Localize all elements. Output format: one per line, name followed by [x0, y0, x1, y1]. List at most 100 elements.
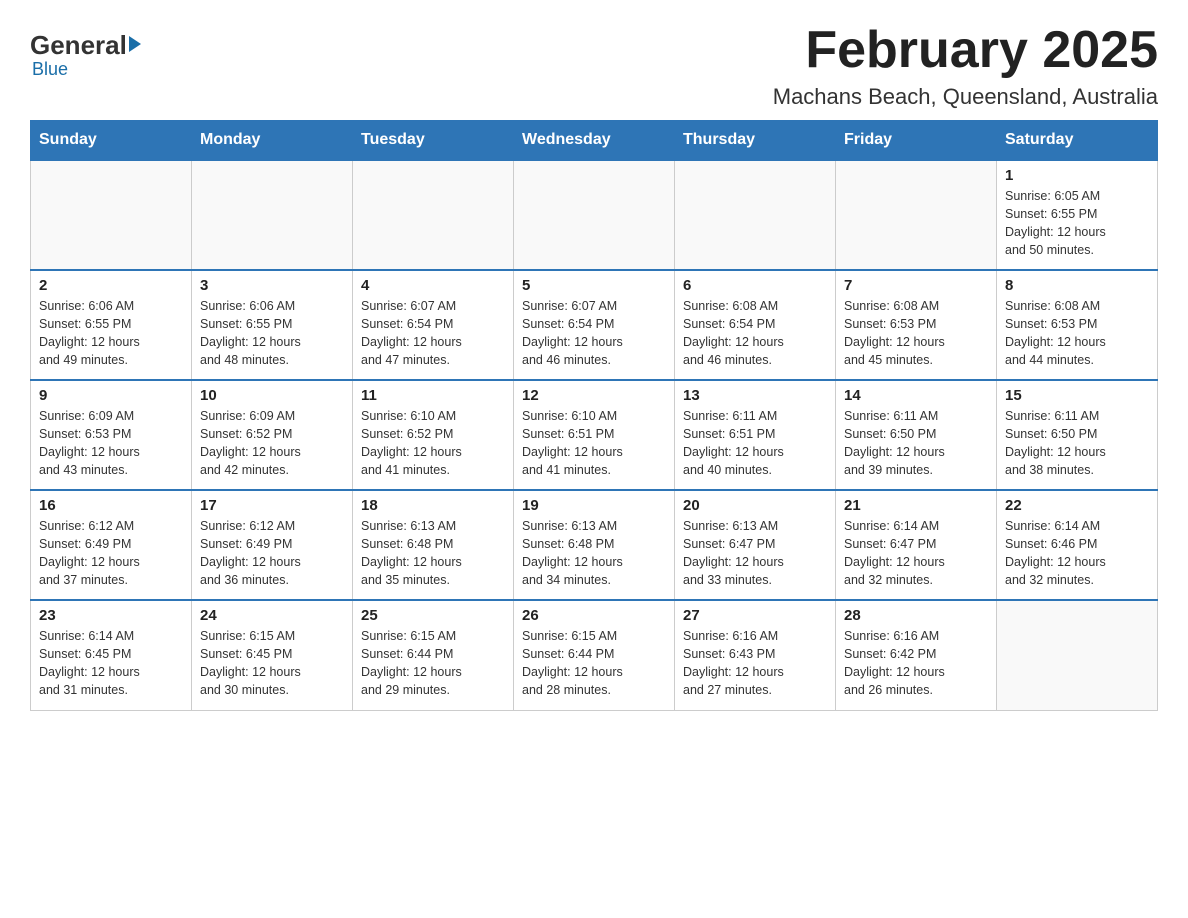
day-of-week-header: Sunday: [31, 121, 192, 161]
title-block: February 2025 Machans Beach, Queensland,…: [773, 20, 1158, 110]
day-number: 8: [1005, 277, 1149, 294]
day-number: 16: [39, 497, 183, 514]
calendar-cell: 21 Sunrise: 6:14 AM Sunset: 6:47 PM Dayli…: [836, 490, 997, 600]
day-number: 27: [683, 607, 827, 624]
calendar-cell: [31, 160, 192, 270]
day-number: 7: [844, 277, 988, 294]
day-number: 6: [683, 277, 827, 294]
day-info: Sunrise: 6:08 AM Sunset: 6:53 PM Dayligh…: [844, 297, 988, 370]
calendar-cell: 11 Sunrise: 6:10 AM Sunset: 6:52 PM Dayli…: [353, 380, 514, 490]
calendar-cell: [997, 600, 1158, 710]
day-info: Sunrise: 6:10 AM Sunset: 6:52 PM Dayligh…: [361, 407, 505, 480]
calendar-week-row: 16 Sunrise: 6:12 AM Sunset: 6:49 PM Dayli…: [31, 490, 1158, 600]
day-number: 1: [1005, 167, 1149, 184]
calendar-cell: 13 Sunrise: 6:11 AM Sunset: 6:51 PM Dayli…: [675, 380, 836, 490]
day-number: 3: [200, 277, 344, 294]
day-number: 9: [39, 387, 183, 404]
calendar-cell: 22 Sunrise: 6:14 AM Sunset: 6:46 PM Dayli…: [997, 490, 1158, 600]
calendar-cell: 7 Sunrise: 6:08 AM Sunset: 6:53 PM Daylig…: [836, 270, 997, 380]
day-info: Sunrise: 6:08 AM Sunset: 6:53 PM Dayligh…: [1005, 297, 1149, 370]
day-of-week-header: Tuesday: [353, 121, 514, 161]
day-info: Sunrise: 6:14 AM Sunset: 6:47 PM Dayligh…: [844, 517, 988, 590]
calendar-title: February 2025: [773, 20, 1158, 80]
calendar-week-row: 2 Sunrise: 6:06 AM Sunset: 6:55 PM Daylig…: [31, 270, 1158, 380]
day-of-week-header: Saturday: [997, 121, 1158, 161]
day-info: Sunrise: 6:16 AM Sunset: 6:43 PM Dayligh…: [683, 627, 827, 700]
day-info: Sunrise: 6:10 AM Sunset: 6:51 PM Dayligh…: [522, 407, 666, 480]
day-info: Sunrise: 6:09 AM Sunset: 6:53 PM Dayligh…: [39, 407, 183, 480]
calendar-cell: 8 Sunrise: 6:08 AM Sunset: 6:53 PM Daylig…: [997, 270, 1158, 380]
calendar-cell: 25 Sunrise: 6:15 AM Sunset: 6:44 PM Dayli…: [353, 600, 514, 710]
day-number: 20: [683, 497, 827, 514]
day-of-week-header: Thursday: [675, 121, 836, 161]
day-number: 13: [683, 387, 827, 404]
day-info: Sunrise: 6:07 AM Sunset: 6:54 PM Dayligh…: [522, 297, 666, 370]
day-info: Sunrise: 6:15 AM Sunset: 6:45 PM Dayligh…: [200, 627, 344, 700]
calendar-cell: 9 Sunrise: 6:09 AM Sunset: 6:53 PM Daylig…: [31, 380, 192, 490]
calendar-cell: 14 Sunrise: 6:11 AM Sunset: 6:50 PM Dayli…: [836, 380, 997, 490]
day-info: Sunrise: 6:11 AM Sunset: 6:50 PM Dayligh…: [1005, 407, 1149, 480]
day-number: 5: [522, 277, 666, 294]
calendar-cell: 20 Sunrise: 6:13 AM Sunset: 6:47 PM Dayli…: [675, 490, 836, 600]
day-info: Sunrise: 6:05 AM Sunset: 6:55 PM Dayligh…: [1005, 187, 1149, 260]
day-of-week-header: Monday: [192, 121, 353, 161]
calendar-cell: 16Sunrise: 6:12 AM Sunset: 6:49 PM Dayli…: [31, 490, 192, 600]
day-number: 18: [361, 497, 505, 514]
calendar-cell: [836, 160, 997, 270]
day-number: 10: [200, 387, 344, 404]
calendar-cell: 27 Sunrise: 6:16 AM Sunset: 6:43 PM Dayli…: [675, 600, 836, 710]
calendar-cell: 6Sunrise: 6:08 AM Sunset: 6:54 PM Daylig…: [675, 270, 836, 380]
day-number: 24: [200, 607, 344, 624]
calendar-cell: [675, 160, 836, 270]
day-number: 28: [844, 607, 988, 624]
calendar-cell: [514, 160, 675, 270]
day-info: Sunrise: 6:12 AM Sunset: 6:49 PM Dayligh…: [200, 517, 344, 590]
day-info: Sunrise: 6:11 AM Sunset: 6:50 PM Dayligh…: [844, 407, 988, 480]
day-number: 26: [522, 607, 666, 624]
day-info: Sunrise: 6:06 AM Sunset: 6:55 PM Dayligh…: [39, 297, 183, 370]
day-number: 12: [522, 387, 666, 404]
calendar-cell: 19 Sunrise: 6:13 AM Sunset: 6:48 PM Dayli…: [514, 490, 675, 600]
day-number: 2: [39, 277, 183, 294]
day-info: Sunrise: 6:07 AM Sunset: 6:54 PM Dayligh…: [361, 297, 505, 370]
calendar-cell: 28 Sunrise: 6:16 AM Sunset: 6:42 PM Dayli…: [836, 600, 997, 710]
day-info: Sunrise: 6:14 AM Sunset: 6:45 PM Dayligh…: [39, 627, 183, 700]
calendar-cell: [353, 160, 514, 270]
day-number: 21: [844, 497, 988, 514]
logo-blue-text: Blue: [32, 59, 68, 80]
day-of-week-header: Friday: [836, 121, 997, 161]
day-info: Sunrise: 6:06 AM Sunset: 6:55 PM Dayligh…: [200, 297, 344, 370]
day-info: Sunrise: 6:11 AM Sunset: 6:51 PM Dayligh…: [683, 407, 827, 480]
day-number: 14: [844, 387, 988, 404]
day-info: Sunrise: 6:13 AM Sunset: 6:48 PM Dayligh…: [522, 517, 666, 590]
calendar-cell: 2 Sunrise: 6:06 AM Sunset: 6:55 PM Daylig…: [31, 270, 192, 380]
calendar-week-row: 23 Sunrise: 6:14 AM Sunset: 6:45 PM Dayli…: [31, 600, 1158, 710]
day-number: 17: [200, 497, 344, 514]
day-number: 25: [361, 607, 505, 624]
day-info: Sunrise: 6:16 AM Sunset: 6:42 PM Dayligh…: [844, 627, 988, 700]
day-info: Sunrise: 6:14 AM Sunset: 6:46 PM Dayligh…: [1005, 517, 1149, 590]
calendar-cell: 4 Sunrise: 6:07 AM Sunset: 6:54 PM Daylig…: [353, 270, 514, 380]
calendar-cell: 1 Sunrise: 6:05 AM Sunset: 6:55 PM Daylig…: [997, 160, 1158, 270]
day-number: 4: [361, 277, 505, 294]
calendar-cell: 24 Sunrise: 6:15 AM Sunset: 6:45 PM Dayli…: [192, 600, 353, 710]
day-number: 19: [522, 497, 666, 514]
logo: General Blue: [30, 20, 141, 80]
day-number: 11: [361, 387, 505, 404]
calendar-cell: 10Sunrise: 6:09 AM Sunset: 6:52 PM Dayli…: [192, 380, 353, 490]
day-number: 22: [1005, 497, 1149, 514]
day-number: 23: [39, 607, 183, 624]
calendar-week-row: 9 Sunrise: 6:09 AM Sunset: 6:53 PM Daylig…: [31, 380, 1158, 490]
calendar-cell: 23 Sunrise: 6:14 AM Sunset: 6:45 PM Dayli…: [31, 600, 192, 710]
logo-arrow-icon: [129, 36, 141, 52]
calendar-cell: [192, 160, 353, 270]
page-header: General Blue February 2025 Machans Beach…: [30, 20, 1158, 110]
calendar-cell: 3 Sunrise: 6:06 AM Sunset: 6:55 PM Daylig…: [192, 270, 353, 380]
calendar-table: SundayMondayTuesdayWednesdayThursdayFrid…: [30, 120, 1158, 711]
calendar-cell: 5 Sunrise: 6:07 AM Sunset: 6:54 PM Daylig…: [514, 270, 675, 380]
day-info: Sunrise: 6:15 AM Sunset: 6:44 PM Dayligh…: [361, 627, 505, 700]
day-info: Sunrise: 6:13 AM Sunset: 6:48 PM Dayligh…: [361, 517, 505, 590]
day-number: 15: [1005, 387, 1149, 404]
day-of-week-header: Wednesday: [514, 121, 675, 161]
day-info: Sunrise: 6:13 AM Sunset: 6:47 PM Dayligh…: [683, 517, 827, 590]
